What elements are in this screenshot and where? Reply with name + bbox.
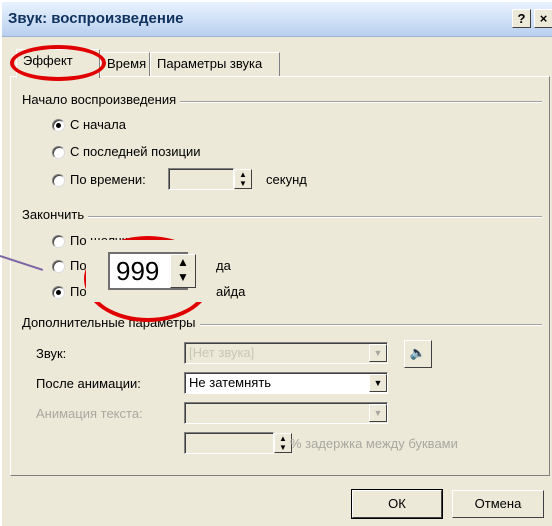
start-time-spinner[interactable]: ▲ ▼ <box>234 169 252 189</box>
sound-select[interactable]: [Нет звука] <box>184 342 388 364</box>
sound-dropdown-button[interactable]: ▼ <box>369 344 387 362</box>
radio-after-current-slide[interactable] <box>52 260 65 273</box>
close-button[interactable]: × <box>534 9 552 28</box>
slides-count-zoom: 999 ▲ ▼ <box>86 240 212 302</box>
radio-from-last-position-label: С последней позиции <box>70 144 201 159</box>
slides-count-spinner[interactable]: ▲ ▼ <box>170 254 196 288</box>
radio-from-beginning-label: С начала <box>70 117 126 132</box>
cancel-button[interactable]: Отмена <box>452 490 544 518</box>
end-group-title: Закончить <box>22 207 89 222</box>
radio-from-beginning[interactable] <box>52 119 65 132</box>
end-group-frame <box>22 216 542 218</box>
after-animation-label: После анимации: <box>36 376 141 391</box>
seconds-label: секунд <box>266 172 307 187</box>
sound-preview-button[interactable]: 🔈 <box>404 340 432 368</box>
window-title: Звук: воспроизведение <box>8 10 184 27</box>
text-animation-label: Анимация текста: <box>36 406 143 421</box>
tab-sound-settings-label: Параметры звука <box>157 56 263 71</box>
text-animation-select[interactable] <box>184 402 388 424</box>
after-animation-select[interactable]: Не затемнять <box>184 372 388 394</box>
start-group-title: Начало воспроизведения <box>22 92 181 107</box>
radio-from-last-position[interactable] <box>52 146 65 159</box>
radio-after-n-slides[interactable] <box>52 286 65 299</box>
sound-playback-dialog: Звук: воспроизведение ? × Эффект Время П… <box>0 0 552 526</box>
radio-from-time[interactable] <box>52 174 65 187</box>
tab-timing[interactable]: Время <box>100 52 150 76</box>
letter-delay-input[interactable] <box>184 432 274 454</box>
speaker-icon: 🔈 <box>409 345 427 360</box>
highlight-circle-effect-tab <box>10 45 106 81</box>
radio-on-click[interactable] <box>52 235 65 248</box>
help-button[interactable]: ? <box>512 9 531 28</box>
radio-from-time-label: По времени: <box>70 172 146 187</box>
tab-timing-label: Время <box>107 56 147 71</box>
letter-delay-label: % задержка между буквами <box>290 436 458 451</box>
text-animation-dropdown-button[interactable]: ▼ <box>369 404 387 422</box>
radio-after-n-slides-label-end: айда <box>216 284 246 299</box>
ok-button[interactable]: ОК <box>351 489 443 519</box>
title-bar[interactable]: Звук: воспроизведение ? × <box>2 2 552 37</box>
after-animation-dropdown-button[interactable]: ▼ <box>369 374 387 392</box>
radio-after-current-slide-label-end: да <box>216 258 231 273</box>
start-time-input[interactable] <box>168 168 234 190</box>
sound-label: Звук: <box>36 346 67 361</box>
tab-sound-settings[interactable]: Параметры звука <box>150 52 280 76</box>
